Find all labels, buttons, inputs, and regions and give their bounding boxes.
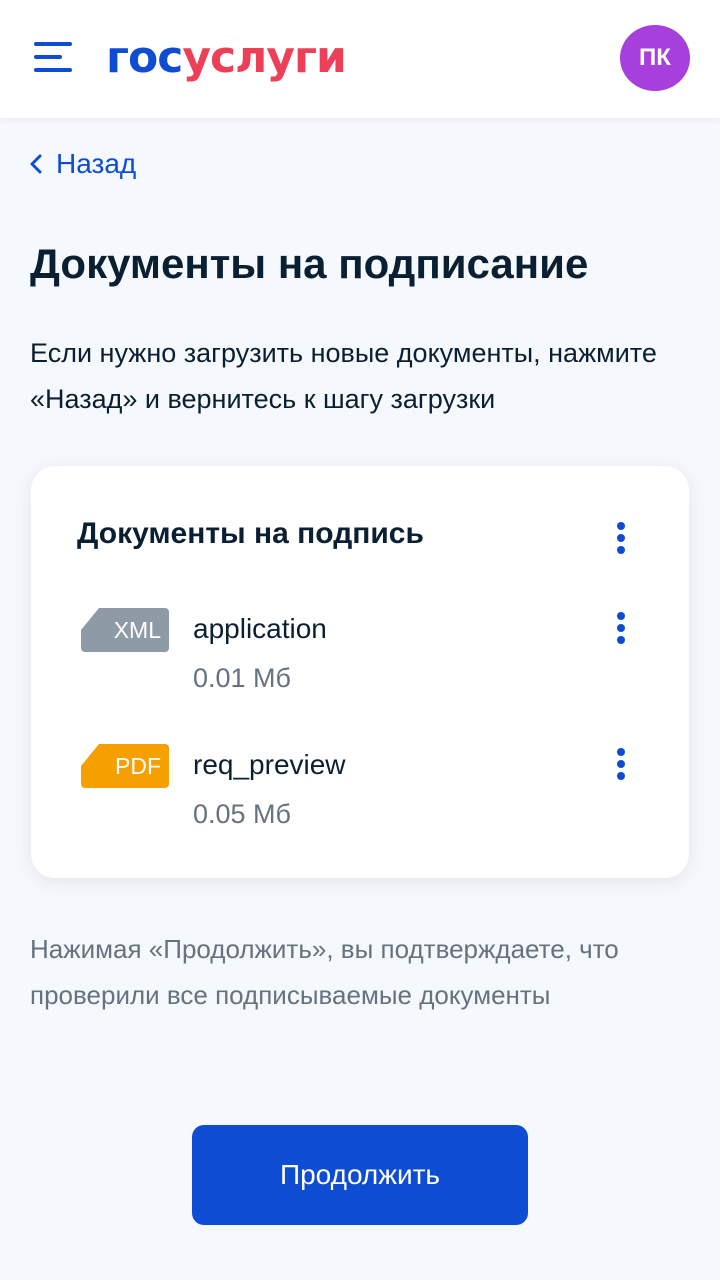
continue-button[interactable]: Продолжить (192, 1125, 528, 1225)
back-link-label: Назад (56, 148, 137, 179)
gosuslugi-logo[interactable]: госуслуги (106, 30, 347, 86)
document-item[interactable]: PDF req_preview 0.05 Мб (81, 732, 661, 832)
app-header: госуслуги ПК (0, 0, 720, 118)
logo-part-uslugi: услуги (182, 32, 346, 83)
card-title: Документы на подпись (77, 517, 424, 550)
page-title: Документы на подписание (30, 240, 589, 287)
document-size: 0.01 Мб (193, 663, 292, 693)
documents-card: Документы на подпись XML application 0.0… (31, 466, 689, 878)
card-more-options-icon[interactable] (611, 518, 631, 558)
pdf-file-icon: PDF (81, 744, 169, 788)
document-more-options-icon[interactable] (611, 608, 631, 648)
document-item[interactable]: XML application 0.01 Мб (81, 596, 661, 696)
hamburger-menu-icon[interactable] (34, 40, 72, 74)
user-avatar[interactable]: ПК (620, 25, 690, 91)
confirmation-note: Нажимая «Продолжить», вы подтверждаете, … (30, 934, 619, 1010)
chevron-left-icon (30, 154, 42, 174)
document-more-options-icon[interactable] (611, 744, 631, 784)
document-size: 0.05 Мб (193, 799, 292, 829)
xml-file-icon: XML (81, 608, 169, 652)
back-link[interactable]: Назад (30, 146, 136, 182)
logo-part-gos: гос (106, 32, 183, 83)
page-description: Если нужно загрузить новые документы, на… (30, 338, 657, 414)
document-name: application (193, 613, 327, 644)
document-name: req_preview (193, 749, 346, 780)
